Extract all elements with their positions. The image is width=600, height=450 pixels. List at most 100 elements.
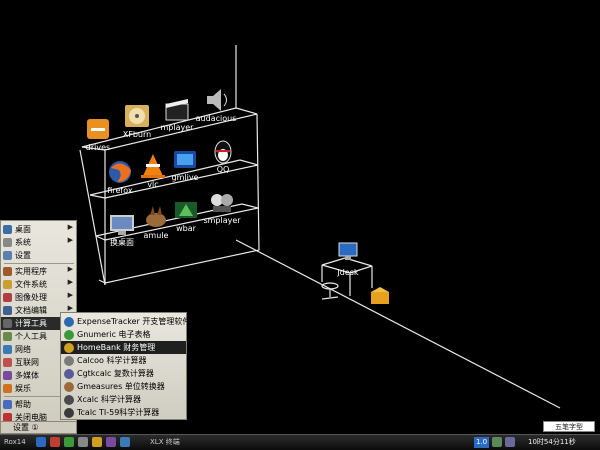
launcher-icon[interactable] [64,437,74,447]
chevron-right-icon: ▶ [67,291,73,299]
multimedia-icon [3,371,12,380]
volume-indicator[interactable]: 1.0 [474,437,490,448]
ruler-icon [64,381,74,392]
desktop-icon-jdesk[interactable]: Jdesk [323,240,373,278]
personal-icon [3,332,12,341]
document-icon [3,306,12,315]
launcher-icon[interactable] [36,437,46,447]
calculator-icon [64,355,74,366]
tv-clapper-icon [170,145,200,173]
network-tray-icon[interactable] [492,437,502,447]
chevron-right-icon: ▶ [67,278,73,286]
launcher-icon[interactable] [92,437,102,447]
submenu-item-calcoo[interactable]: Calcoo 科学计算器 [61,354,186,367]
menu-item-label: 网络 [15,345,31,354]
menu-item-label: 桌面 [15,225,31,234]
menu-item-utilities[interactable]: 实用程序 ▶ [1,265,76,278]
launcher-icon[interactable] [78,437,88,447]
taskbar-window-button[interactable]: XLX 终端 [150,437,180,448]
help-icon [3,400,12,409]
folder-icon [3,280,12,289]
menu-item-label: 实用程序 [15,267,47,276]
smplayer-icon [207,188,237,216]
submenu-item-label: Cgtkcalc 复数计算器 [77,369,154,378]
menu-item-label: 个人工具 [15,332,47,341]
menu-item-label: 娱乐 [15,384,31,393]
menu-item-label: 系统 [15,238,31,247]
spreadsheet-icon [64,329,74,340]
chevron-right-icon: ▶ [67,236,73,244]
menu-item-label: 图像处理 [15,293,47,302]
submenu-item-expensetracker[interactable]: ExpenseTracker 开支管理软件 [61,315,190,328]
menu-item-graphics[interactable]: 图像处理 ▶ [1,291,76,304]
calculator-icon [64,394,74,405]
submenu-item-label: Calcoo 科学计算器 [77,356,147,365]
taskbar: Rox14 XLX 终端 1.0 10时54分11秒 [0,434,600,450]
drive-icon [83,115,113,143]
desktop-icon [3,225,12,234]
desktop-icon-label: smplayer [203,216,241,225]
start-button[interactable]: Rox14 [4,437,26,448]
submenu-item-gmeasures[interactable]: Gmeasures 单位转换器 [61,380,186,393]
desktop-icon-label: QQ [216,165,230,174]
submenu-item-homebank[interactable]: HomeBank 财务管理 [61,341,186,354]
chevron-right-icon: ▶ [67,223,73,231]
calculation-submenu: ExpenseTracker 开支管理软件 Gnumeric 电子表格 Home… [60,312,190,420]
menu-item-label: 计算工具 [15,319,47,328]
homebank-icon [64,342,74,353]
submenu-item-gnumeric[interactable]: Gnumeric 电子表格 [61,328,186,341]
start-menu-footer[interactable]: 设置 ① [0,421,77,434]
utilities-icon [3,267,12,276]
penguin-icon [208,137,238,165]
input-method-indicator[interactable]: 五笔字型 [543,421,595,432]
speaker-icon [201,86,231,114]
submenu-item-label: HomeBank 财务管理 [77,343,156,352]
menu-item-label: 帮助 [15,400,31,409]
submenu-item-label: Gnumeric 电子表格 [77,330,151,339]
submenu-item-xcalc[interactable]: Xcalc 科学计算器 [61,393,186,406]
submenu-item-cgtkcalc[interactable]: Cgtkcalc 复数计算器 [61,367,186,380]
system-icon [3,238,12,247]
launcher-icon[interactable] [120,437,130,447]
desktop-icon-label: mplayer [160,123,194,132]
start-menu-footer-label: 设置 ① [13,423,39,432]
menu-item-label: 文件系统 [15,280,47,289]
menu-item-label: 文档编辑 [15,306,47,315]
submenu-item-label: Xcalc 科学计算器 [77,395,141,404]
games-icon [3,384,12,393]
globe-icon [3,358,12,367]
expense-icon [64,316,74,327]
disc-burner-icon [122,102,152,130]
submenu-item-tcalc[interactable]: Tcalc TI-59科学计算器 [61,406,186,419]
desktop-icon-audacious[interactable]: audacious [191,86,241,124]
desktop-icon-qq[interactable]: QQ [198,137,248,175]
network-icon [3,345,12,354]
menu-item-desktop[interactable]: 桌面 ▶ [1,223,76,236]
chevron-right-icon: ▶ [67,265,73,273]
settings-icon [3,251,12,260]
menu-item-label: 多媒体 [15,371,39,380]
submenu-item-label: Gmeasures 单位转换器 [77,382,165,391]
menu-item-label: 互联网 [15,358,39,367]
desktop-icon-label: Jdesk [337,268,359,277]
computer-icon [333,240,363,268]
submenu-item-label: Tcalc TI-59科学计算器 [77,408,160,417]
desktop-icon-label: audacious [195,114,237,123]
submenu-item-label: ExpenseTracker 开支管理软件 [77,317,191,326]
box-icon[interactable] [369,286,391,306]
launcher-icon[interactable] [106,437,116,447]
calculator-icon [3,319,12,328]
launcher-icon[interactable] [50,437,60,447]
menu-item-system[interactable]: 系统 ▶ [1,236,76,249]
clock[interactable]: 10时54分11秒 [528,437,576,448]
calculator-icon [64,368,74,379]
tray-icon[interactable] [505,437,515,447]
input-method-label: 五笔字型 [555,423,583,431]
menu-item-filesystem[interactable]: 文件系统 ▶ [1,278,76,291]
calculator-icon [64,407,74,418]
menu-divider [4,263,74,264]
desktop-icon-smplayer[interactable]: smplayer [197,188,247,226]
chevron-right-icon: ▶ [67,304,73,312]
menu-item-label: 设置 [15,251,31,260]
menu-item-settings[interactable]: 设置 [1,249,76,262]
